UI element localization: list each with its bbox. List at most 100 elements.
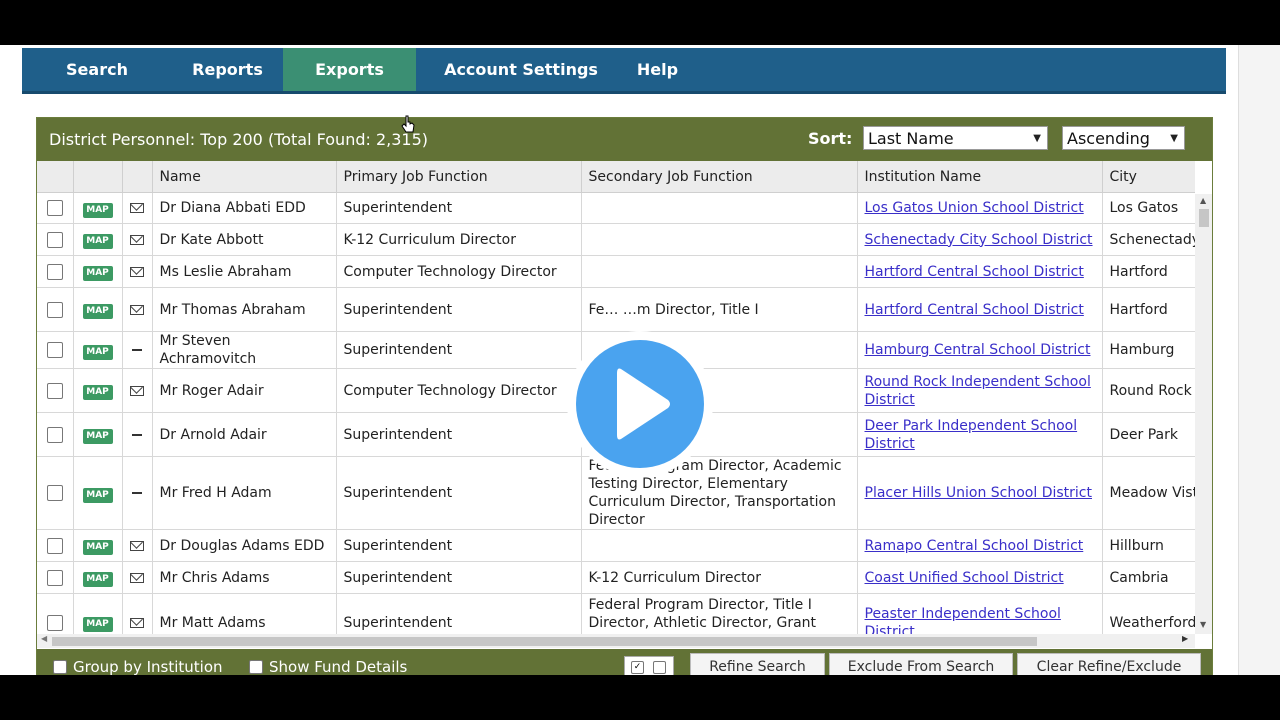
map-button[interactable]: MAP	[82, 617, 113, 632]
row-checkbox[interactable]	[46, 426, 63, 443]
email-icon[interactable]	[130, 572, 144, 583]
row-checkbox[interactable]	[46, 485, 63, 501]
show-fund-details-checkbox[interactable]	[249, 660, 263, 674]
email-cell	[122, 593, 153, 634]
exclude-from-search-button[interactable]: Exclude From Search	[829, 653, 1013, 675]
email-icon[interactable]	[130, 266, 144, 277]
nav-account-settings[interactable]: Account Settings	[416, 48, 626, 91]
group-by-institution-option[interactable]: Group by Institution	[53, 658, 223, 675]
map-button[interactable]: MAP	[82, 266, 113, 281]
cell-primary-job: Superintendent	[336, 456, 582, 530]
vertical-scroll-thumb[interactable]	[1199, 209, 1209, 227]
show-fund-details-option[interactable]: Show Fund Details	[249, 658, 407, 675]
scroll-down-icon[interactable]: ▼	[1200, 620, 1206, 629]
sort-field-select[interactable]: Last Name ▼	[863, 126, 1048, 150]
cell-primary-job: Superintendent	[336, 192, 582, 224]
email-icon[interactable]	[130, 540, 144, 551]
col-header-institution[interactable]: Institution Name	[857, 161, 1103, 193]
map-button[interactable]: MAP	[82, 385, 113, 400]
horizontal-scroll-thumb[interactable]	[52, 637, 1037, 646]
scroll-up-icon[interactable]: ▲	[1200, 196, 1206, 205]
institution-link[interactable]: Placer Hills Union School District	[865, 485, 1092, 501]
nav-reports[interactable]: Reports	[172, 48, 283, 91]
sort-label: Sort:	[808, 129, 853, 148]
email-icon[interactable]	[130, 234, 144, 245]
cell-institution: Schenectady City School District	[857, 223, 1103, 256]
horizontal-scrollbar[interactable]: ◀ ▶	[37, 634, 1195, 648]
email-icon[interactable]	[130, 385, 144, 396]
row-select-cell	[37, 287, 74, 332]
institution-link[interactable]: Deer Park Independent School District	[865, 418, 1078, 452]
video-play-button[interactable]	[567, 331, 713, 477]
col-header-primary-job[interactable]: Primary Job Function	[336, 161, 582, 193]
map-button[interactable]: MAP	[82, 234, 113, 249]
check-all-icon[interactable]: ✓	[631, 661, 644, 674]
map-cell: MAP	[73, 529, 123, 562]
map-button[interactable]: MAP	[82, 202, 113, 218]
col-header-name[interactable]: Name	[152, 161, 337, 193]
row-select-cell	[37, 368, 74, 413]
institution-link[interactable]: Ramapo Central School District	[865, 538, 1084, 554]
institution-link[interactable]: Hartford Central School District	[865, 302, 1084, 318]
map-button[interactable]: MAP	[82, 572, 113, 587]
table-row[interactable]: MAP Dr Kate Abbott K-12 Curriculum Directo…	[37, 223, 1195, 256]
cell-institution: Hartford Central School District	[857, 287, 1103, 332]
map-button[interactable]: MAP	[82, 304, 113, 319]
cell-name: Mr Steven Achramovitch	[152, 331, 337, 369]
select-all-toggle[interactable]: ✓	[624, 656, 674, 675]
uncheck-all-icon[interactable]	[653, 661, 666, 674]
cell-city: Round Rock	[1102, 368, 1195, 413]
cell-name: Ms Leslie Abraham	[152, 255, 337, 288]
email-icon[interactable]	[130, 304, 144, 315]
email-icon[interactable]	[130, 203, 144, 213]
institution-link[interactable]: Hamburg Central School District	[865, 342, 1091, 358]
map-button[interactable]: MAP	[82, 344, 113, 360]
scroll-right-icon[interactable]: ▶	[1182, 634, 1188, 643]
refine-search-button[interactable]: Refine Search	[690, 653, 825, 675]
map-cell: MAP	[73, 331, 123, 369]
institution-link[interactable]: Coast Unified School District	[865, 570, 1064, 586]
table-row[interactable]: MAP Ms Leslie Abraham Computer Technology …	[37, 255, 1195, 288]
nav-search[interactable]: Search	[22, 48, 172, 91]
cell-city: Deer Park	[1102, 412, 1195, 457]
map-cell: MAP	[73, 561, 123, 594]
institution-link[interactable]: Round Rock Independent School District	[865, 374, 1091, 408]
row-checkbox[interactable]	[46, 231, 63, 248]
cell-city: Los Gatos	[1102, 192, 1195, 224]
cell-name: Mr Fred H Adam	[152, 456, 337, 530]
vertical-scrollbar[interactable]: ▲ ▼	[1195, 194, 1212, 634]
nav-help[interactable]: Help	[626, 48, 689, 91]
row-checkbox[interactable]	[46, 614, 63, 631]
institution-link[interactable]: Los Gatos Union School District	[865, 200, 1084, 216]
row-checkbox[interactable]	[46, 537, 63, 554]
cell-institution: Los Gatos Union School District	[857, 192, 1103, 224]
map-button[interactable]: MAP	[82, 487, 113, 503]
sort-order-select[interactable]: Ascending ▼	[1062, 126, 1185, 150]
row-checkbox[interactable]	[46, 569, 63, 586]
row-checkbox[interactable]	[46, 263, 63, 280]
institution-link[interactable]: Peaster Independent School District	[865, 606, 1061, 635]
col-header-secondary-job[interactable]: Secondary Job Function	[581, 161, 858, 193]
table-row[interactable]: MAP Mr Chris Adams Superintendent K-12 Curr…	[37, 561, 1195, 594]
table-row[interactable]: MAP Mr Matt Adams Superintendent Federal Pr…	[37, 593, 1195, 635]
nav-exports[interactable]: Exports	[283, 48, 416, 91]
group-by-institution-checkbox[interactable]	[53, 660, 67, 674]
institution-link[interactable]: Schenectady City School District	[865, 232, 1093, 248]
row-checkbox[interactable]	[46, 200, 63, 216]
map-button[interactable]: MAP	[82, 540, 113, 555]
col-header-city[interactable]: City	[1102, 161, 1195, 193]
row-checkbox[interactable]	[46, 342, 63, 358]
email-icon[interactable]	[130, 617, 144, 628]
scroll-left-icon[interactable]: ◀	[41, 634, 47, 643]
row-checkbox[interactable]	[46, 382, 63, 399]
clear-refine-exclude-button[interactable]: Clear Refine/Exclude	[1017, 653, 1201, 675]
institution-link[interactable]: Hartford Central School District	[865, 264, 1084, 280]
cell-primary-job: Superintendent	[336, 529, 582, 562]
table-row[interactable]: MAP Dr Douglas Adams EDD Superintendent Ram…	[37, 529, 1195, 562]
map-button[interactable]: MAP	[82, 429, 113, 444]
table-row[interactable]: MAP Mr Thomas Abraham Superintendent Fe… …m…	[37, 287, 1195, 332]
row-checkbox[interactable]	[46, 301, 63, 318]
email-cell	[122, 529, 153, 562]
table-row[interactable]: MAP Dr Diana Abbati EDD Superintendent Los …	[37, 192, 1195, 224]
cell-primary-job: Computer Technology Director	[336, 368, 582, 413]
